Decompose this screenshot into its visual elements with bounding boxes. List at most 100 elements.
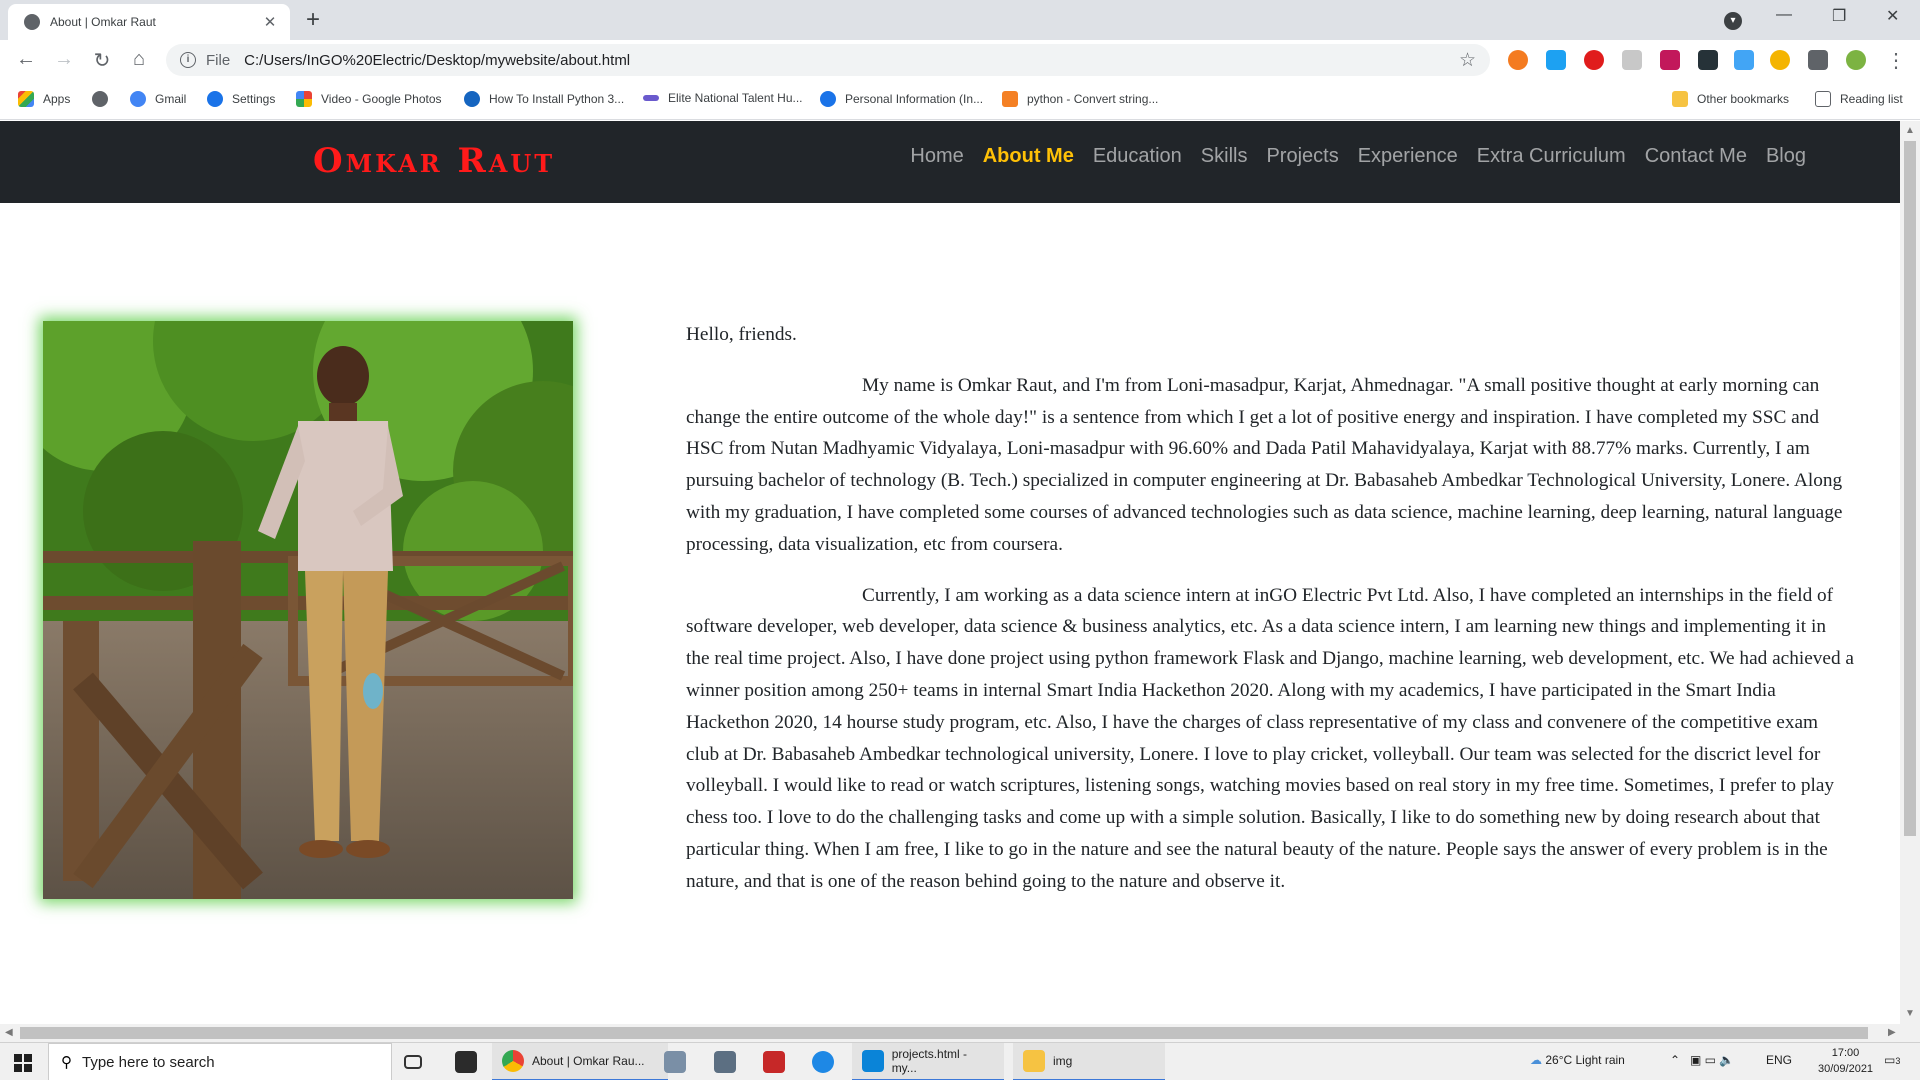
back-arrow-icon[interactable]: ← — [14, 48, 38, 71]
taskbar-search-placeholder: Type here to search — [82, 1053, 215, 1071]
nav-about-me[interactable]: About Me — [983, 145, 1074, 168]
edge-icon[interactable] — [812, 1043, 842, 1080]
site-navbar: Omkar Raut Home About Me Education Skill… — [0, 121, 1900, 203]
chrome-icon — [502, 1050, 524, 1072]
solidworks-icon[interactable] — [763, 1043, 793, 1080]
horizontal-scroll-thumb[interactable] — [20, 1027, 1868, 1039]
taskbar-explorer-window[interactable]: img — [1013, 1043, 1165, 1080]
folder-icon — [1672, 91, 1688, 107]
page-favicon-icon — [24, 14, 40, 30]
google-icon — [130, 91, 146, 107]
check-extension-icon[interactable] — [1734, 50, 1754, 70]
bookmark-apps[interactable]: Apps — [18, 91, 70, 107]
video-extension-icon[interactable] — [1660, 50, 1680, 70]
site-brand[interactable]: Omkar Raut — [313, 141, 555, 181]
globe-icon — [92, 91, 108, 107]
tab-search-icon[interactable]: ▾ — [1724, 12, 1742, 30]
language-indicator[interactable]: ENG — [1766, 1053, 1792, 1067]
apps-grid-icon — [18, 91, 34, 107]
taskbar-search[interactable]: ⚲ Type here to search — [48, 1043, 392, 1080]
scroll-left-arrow-icon[interactable]: ◀ — [5, 1027, 13, 1038]
nav-extra-curriculum[interactable]: Extra Curriculum — [1477, 145, 1626, 168]
calculator-icon[interactable] — [714, 1043, 744, 1080]
bookmark-globe[interactable] — [92, 91, 117, 107]
cloud-rain-icon: ☁ — [1530, 1053, 1542, 1067]
task-view-icon[interactable] — [404, 1043, 430, 1080]
tray-icons[interactable]: ▣ ▭ 🔈 — [1690, 1053, 1734, 1067]
sticky-notes-icon[interactable] — [455, 1043, 485, 1080]
url-scheme: File — [206, 51, 231, 69]
browser-tab-bar: About | Omkar Raut ✕ + ▾ — ❐ ✕ — [0, 0, 1920, 40]
nav-experience[interactable]: Experience — [1358, 145, 1458, 168]
photos-pinwheel-icon — [296, 91, 312, 107]
bookmark-settings[interactable]: Settings — [207, 91, 275, 107]
address-bar[interactable]: i File C:/Users/InGO%20Electric/Desktop/… — [166, 44, 1490, 76]
menu-kebab-icon[interactable]: ⋮ — [1884, 48, 1908, 73]
bookmark-elite-national[interactable]: Elite National Talent Hu... — [643, 91, 803, 105]
reading-list-button[interactable]: Reading list — [1815, 91, 1903, 107]
clock-time: 17:00 — [1831, 1047, 1860, 1059]
scroll-right-arrow-icon[interactable]: ▶ — [1888, 1027, 1896, 1038]
new-tab-button[interactable]: + — [306, 6, 320, 34]
scroll-up-arrow-icon[interactable]: ▲ — [1905, 125, 1915, 136]
globe-blue-icon — [464, 91, 480, 107]
scroll-down-arrow-icon[interactable]: ▼ — [1905, 1008, 1915, 1019]
nav-education[interactable]: Education — [1093, 145, 1182, 168]
vscode-icon — [862, 1050, 884, 1072]
about-paragraph-1: My name is Omkar Raut, and I'm from Loni… — [686, 374, 1843, 555]
reload-icon[interactable]: ↻ — [90, 48, 114, 73]
bookmark-gmail[interactable]: Gmail — [130, 91, 186, 107]
profile-avatar[interactable] — [1846, 50, 1866, 70]
swoosh-icon — [643, 95, 659, 101]
site-info-icon[interactable]: i — [180, 52, 196, 68]
url-text[interactable]: C:/Users/InGO%20Electric/Desktop/mywebsi… — [244, 52, 1459, 69]
tab-title: About | Omkar Raut — [50, 15, 156, 29]
notification-count: 3 — [1895, 1056, 1901, 1066]
nav-contact-me[interactable]: Contact Me — [1645, 145, 1747, 168]
nav-blog[interactable]: Blog — [1766, 145, 1806, 168]
network-app-icon[interactable] — [664, 1043, 694, 1080]
browser-tab-active[interactable]: About | Omkar Raut ✕ — [8, 4, 290, 40]
tray-overflow-chevron-icon[interactable]: ⌃ — [1670, 1053, 1680, 1067]
shield-extension-icon[interactable] — [1770, 50, 1790, 70]
opera-extension-icon[interactable] — [1584, 50, 1604, 70]
extensions-puzzle-icon[interactable] — [1808, 50, 1828, 70]
lightbulb-icon — [820, 91, 836, 107]
bookmark-python-convert[interactable]: python - Convert string... — [1002, 91, 1158, 107]
lt-extension-icon[interactable] — [1698, 50, 1718, 70]
nav-home[interactable]: Home — [910, 145, 963, 168]
bookmark-install-python[interactable]: How To Install Python 3... — [464, 91, 624, 107]
about-paragraph-2: Currently, I am working as a data scienc… — [686, 584, 1854, 892]
home-icon[interactable]: ⌂ — [127, 48, 151, 71]
extension-2-icon[interactable] — [1546, 50, 1566, 70]
bookmark-other-bookmarks[interactable]: Other bookmarks — [1672, 91, 1789, 107]
taskbar-vscode-window[interactable]: projects.html - my... — [852, 1043, 1004, 1080]
web-page: Omkar Raut Home About Me Education Skill… — [0, 121, 1900, 1024]
clock[interactable]: 17:00 30/09/2021 — [1818, 1045, 1873, 1077]
gear-icon — [207, 91, 223, 107]
restore-button[interactable]: ❐ — [1832, 6, 1846, 26]
site-nav-links: Home About Me Education Skills Projects … — [891, 145, 1806, 168]
vertical-scrollbar[interactable]: ▲ ▼ — [1900, 121, 1920, 1024]
vertical-scroll-thumb[interactable] — [1904, 141, 1916, 836]
music-extension-icon[interactable] — [1622, 50, 1642, 70]
close-window-button[interactable]: ✕ — [1886, 6, 1899, 26]
tab-close-icon[interactable]: ✕ — [260, 13, 280, 31]
bookmark-star-icon[interactable]: ☆ — [1459, 49, 1476, 72]
notification-center-icon[interactable]: ▭3 — [1884, 1053, 1900, 1067]
screen: About | Omkar Raut ✕ + ▾ — ❐ ✕ ← → ↻ ⌂ i… — [0, 0, 1920, 1080]
horizontal-scrollbar[interactable]: ◀ ▶ — [0, 1024, 1920, 1042]
windows-taskbar: ⚲ Type here to search About | Omkar Rau.… — [0, 1042, 1920, 1080]
windows-start-icon[interactable] — [14, 1054, 32, 1072]
nav-projects[interactable]: Projects — [1266, 145, 1338, 168]
nav-skills[interactable]: Skills — [1201, 145, 1248, 168]
minimize-button[interactable]: — — [1776, 6, 1792, 24]
bookmark-google-photos[interactable]: Video - Google Photos — [296, 91, 442, 107]
weather-widget[interactable]: ☁ 26°C Light rain — [1530, 1053, 1625, 1067]
about-text: Hello, friends. My name is Omkar Raut, a… — [686, 319, 1854, 917]
profile-photo — [43, 321, 573, 899]
bookmark-personal-info[interactable]: Personal Information (In... — [820, 91, 983, 107]
forward-arrow-icon[interactable]: → — [52, 48, 76, 71]
extension-1-icon[interactable] — [1508, 50, 1528, 70]
taskbar-chrome-window[interactable]: About | Omkar Rau... — [492, 1043, 668, 1080]
